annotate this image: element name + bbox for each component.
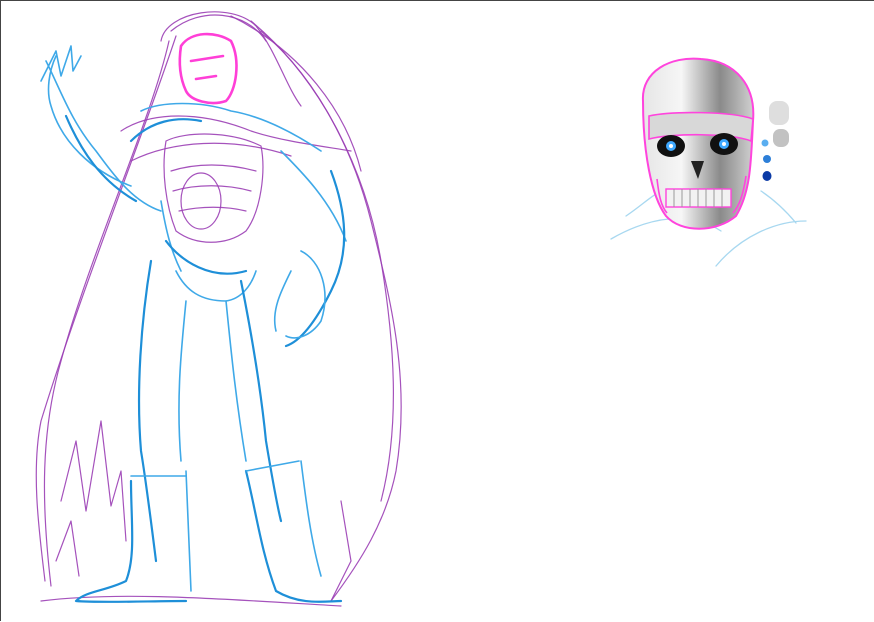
swatch-light-blue	[761, 139, 769, 147]
swatch-gray	[773, 129, 789, 147]
drawing-canvas[interactable]	[0, 0, 874, 621]
swatch-light-gray	[769, 101, 789, 125]
color-swatches	[761, 101, 789, 181]
swatch-blue	[763, 155, 771, 163]
swatch-dark-blue	[762, 171, 772, 181]
